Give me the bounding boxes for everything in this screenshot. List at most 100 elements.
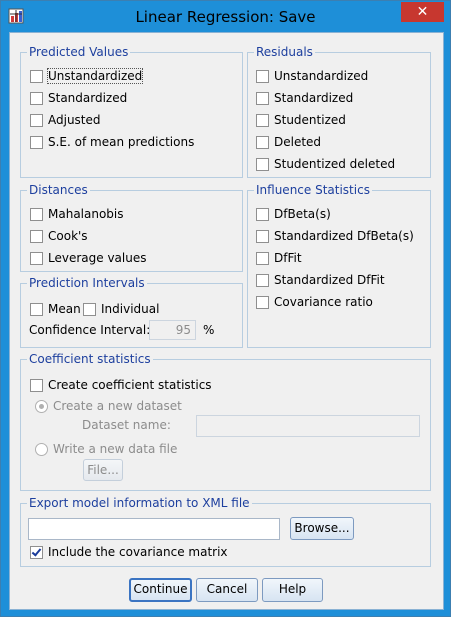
export-covariance-checkbox[interactable] bbox=[30, 545, 43, 559]
inf-covratio-label: Covariance ratio bbox=[274, 295, 373, 309]
predicted-values-group: Predicted Values Unstandardized Standard… bbox=[20, 45, 243, 178]
pred-se-option[interactable]: S.E. of mean predictions bbox=[30, 135, 194, 149]
res-standardized-option[interactable]: Standardized bbox=[256, 91, 353, 105]
inf-dffit-checkbox[interactable] bbox=[256, 251, 269, 265]
predicted-values-legend: Predicted Values bbox=[27, 45, 131, 59]
pi-ci-input[interactable]: 95 bbox=[149, 320, 196, 340]
pred-adjusted-label: Adjusted bbox=[48, 113, 101, 127]
residuals-group: Residuals Unstandardized Standardized St… bbox=[247, 45, 431, 178]
coef-dataset-name-row: Dataset name: bbox=[82, 418, 171, 432]
res-studentized-deleted-label: Studentized deleted bbox=[274, 157, 396, 171]
title-bar[interactable]: Linear Regression: Save ✕ bbox=[1, 1, 450, 32]
coef-create-label: Create coefficient statistics bbox=[48, 378, 212, 392]
res-studentized-label: Studentized bbox=[274, 113, 346, 127]
pred-standardized-checkbox[interactable] bbox=[30, 91, 43, 105]
inf-std-dffit-label: Standardized DfFit bbox=[274, 273, 385, 287]
res-studentized-deleted-checkbox[interactable] bbox=[256, 157, 269, 171]
pi-ci-unit: % bbox=[203, 323, 214, 337]
prediction-intervals-legend: Prediction Intervals bbox=[27, 276, 147, 290]
export-legend: Export model information to XML file bbox=[27, 496, 252, 510]
coef-write-file-option[interactable]: Write a new data file bbox=[35, 442, 177, 456]
export-group: Export model information to XML file Bro… bbox=[20, 496, 431, 567]
res-studentized-option[interactable]: Studentized bbox=[256, 113, 346, 127]
inf-dfbeta-label: DfBeta(s) bbox=[274, 207, 331, 221]
res-standardized-checkbox[interactable] bbox=[256, 91, 269, 105]
export-covariance-option[interactable]: Include the covariance matrix bbox=[30, 545, 228, 559]
pred-standardized-option[interactable]: Standardized bbox=[30, 91, 127, 105]
res-unstandardized-checkbox[interactable] bbox=[256, 69, 269, 83]
inf-dffit-label: DfFit bbox=[274, 251, 302, 265]
pi-ci-row: Confidence Interval: bbox=[29, 323, 150, 337]
pred-adjusted-option[interactable]: Adjusted bbox=[30, 113, 101, 127]
pi-individual-option[interactable]: Individual bbox=[83, 302, 159, 316]
browse-button[interactable]: Browse... bbox=[290, 517, 354, 540]
close-button[interactable]: ✕ bbox=[401, 2, 444, 22]
coef-new-dataset-radio[interactable] bbox=[35, 399, 48, 413]
dist-mahalanobis-option[interactable]: Mahalanobis bbox=[30, 207, 124, 221]
pi-ci-unit-label: % bbox=[203, 323, 215, 337]
pred-se-label: S.E. of mean predictions bbox=[48, 135, 195, 149]
pred-unstandardized-option[interactable]: Unstandardized bbox=[30, 68, 144, 84]
coefficient-legend: Coefficient statistics bbox=[27, 352, 153, 366]
res-deleted-option[interactable]: Deleted bbox=[256, 135, 321, 149]
dist-mahalanobis-checkbox[interactable] bbox=[30, 207, 43, 221]
res-studentized-checkbox[interactable] bbox=[256, 113, 269, 127]
res-unstandardized-label: Unstandardized bbox=[274, 69, 369, 83]
inf-dfbeta-checkbox[interactable] bbox=[256, 207, 269, 221]
coefficient-group: Coefficient statistics Create coefficien… bbox=[20, 352, 431, 491]
coef-create-option[interactable]: Create coefficient statistics bbox=[30, 378, 212, 392]
inf-std-dffit-checkbox[interactable] bbox=[256, 273, 269, 287]
window-title: Linear Regression: Save bbox=[135, 8, 316, 26]
pi-ci-label: Confidence Interval: bbox=[29, 323, 151, 337]
inf-covratio-option[interactable]: Covariance ratio bbox=[256, 295, 373, 309]
pi-mean-checkbox[interactable] bbox=[30, 302, 43, 316]
distances-legend: Distances bbox=[27, 183, 90, 197]
dist-leverage-option[interactable]: Leverage values bbox=[30, 251, 146, 265]
coef-dataset-name-label: Dataset name: bbox=[82, 418, 171, 432]
inf-dfbeta-option[interactable]: DfBeta(s) bbox=[256, 207, 331, 221]
coef-create-checkbox[interactable] bbox=[30, 378, 43, 392]
pi-individual-label: Individual bbox=[101, 302, 160, 316]
pred-adjusted-checkbox[interactable] bbox=[30, 113, 43, 127]
res-studentized-deleted-option[interactable]: Studentized deleted bbox=[256, 157, 395, 171]
coef-dataset-name-input[interactable] bbox=[196, 415, 420, 437]
dialog-window: Linear Regression: Save ✕ Predicted Valu… bbox=[0, 0, 451, 617]
coef-file-button[interactable]: File... bbox=[83, 459, 123, 481]
influence-group: Influence Statistics DfBeta(s) Standardi… bbox=[247, 183, 431, 348]
dist-cooks-label: Cook's bbox=[48, 229, 88, 243]
dist-cooks-checkbox[interactable] bbox=[30, 229, 43, 243]
pi-individual-checkbox[interactable] bbox=[83, 302, 96, 316]
res-deleted-label: Deleted bbox=[274, 135, 322, 149]
dist-leverage-checkbox[interactable] bbox=[30, 251, 43, 265]
pred-unstandardized-checkbox[interactable] bbox=[30, 69, 43, 83]
res-deleted-checkbox[interactable] bbox=[256, 135, 269, 149]
coef-write-file-label: Write a new data file bbox=[53, 442, 178, 456]
pred-unstandardized-label: Unstandardized bbox=[46, 68, 144, 84]
pi-ci-value: 95 bbox=[175, 323, 191, 337]
inf-std-dfbeta-label: Standardized DfBeta(s) bbox=[274, 229, 414, 243]
export-path-input[interactable] bbox=[28, 518, 280, 540]
prediction-intervals-group: Prediction Intervals Mean Individual Con… bbox=[20, 276, 243, 348]
influence-legend: Influence Statistics bbox=[254, 183, 372, 197]
inf-std-dfbeta-checkbox[interactable] bbox=[256, 229, 269, 243]
dist-leverage-label: Leverage values bbox=[48, 251, 147, 265]
inf-std-dfbeta-option[interactable]: Standardized DfBeta(s) bbox=[256, 229, 414, 243]
cancel-button[interactable]: Cancel bbox=[196, 578, 258, 602]
inf-std-dffit-option[interactable]: Standardized DfFit bbox=[256, 273, 385, 287]
coef-new-dataset-label: Create a new dataset bbox=[53, 399, 182, 413]
res-unstandardized-option[interactable]: Unstandardized bbox=[256, 69, 368, 83]
continue-button[interactable]: Continue bbox=[129, 578, 192, 602]
coef-new-dataset-option[interactable]: Create a new dataset bbox=[35, 399, 182, 413]
dialog-body: Predicted Values Unstandardized Standard… bbox=[9, 32, 444, 610]
help-button[interactable]: Help bbox=[262, 578, 323, 602]
inf-covratio-checkbox[interactable] bbox=[256, 295, 269, 309]
inf-dffit-option[interactable]: DfFit bbox=[256, 251, 302, 265]
residuals-legend: Residuals bbox=[254, 45, 315, 59]
coef-write-file-radio[interactable] bbox=[35, 442, 48, 456]
pred-se-checkbox[interactable] bbox=[30, 135, 43, 149]
res-standardized-label: Standardized bbox=[274, 91, 354, 105]
dist-cooks-option[interactable]: Cook's bbox=[30, 229, 88, 243]
distances-group: Distances Mahalanobis Cook's Leverage va… bbox=[20, 183, 243, 272]
export-covariance-label: Include the covariance matrix bbox=[48, 545, 228, 559]
pi-mean-option[interactable]: Mean bbox=[30, 302, 81, 316]
